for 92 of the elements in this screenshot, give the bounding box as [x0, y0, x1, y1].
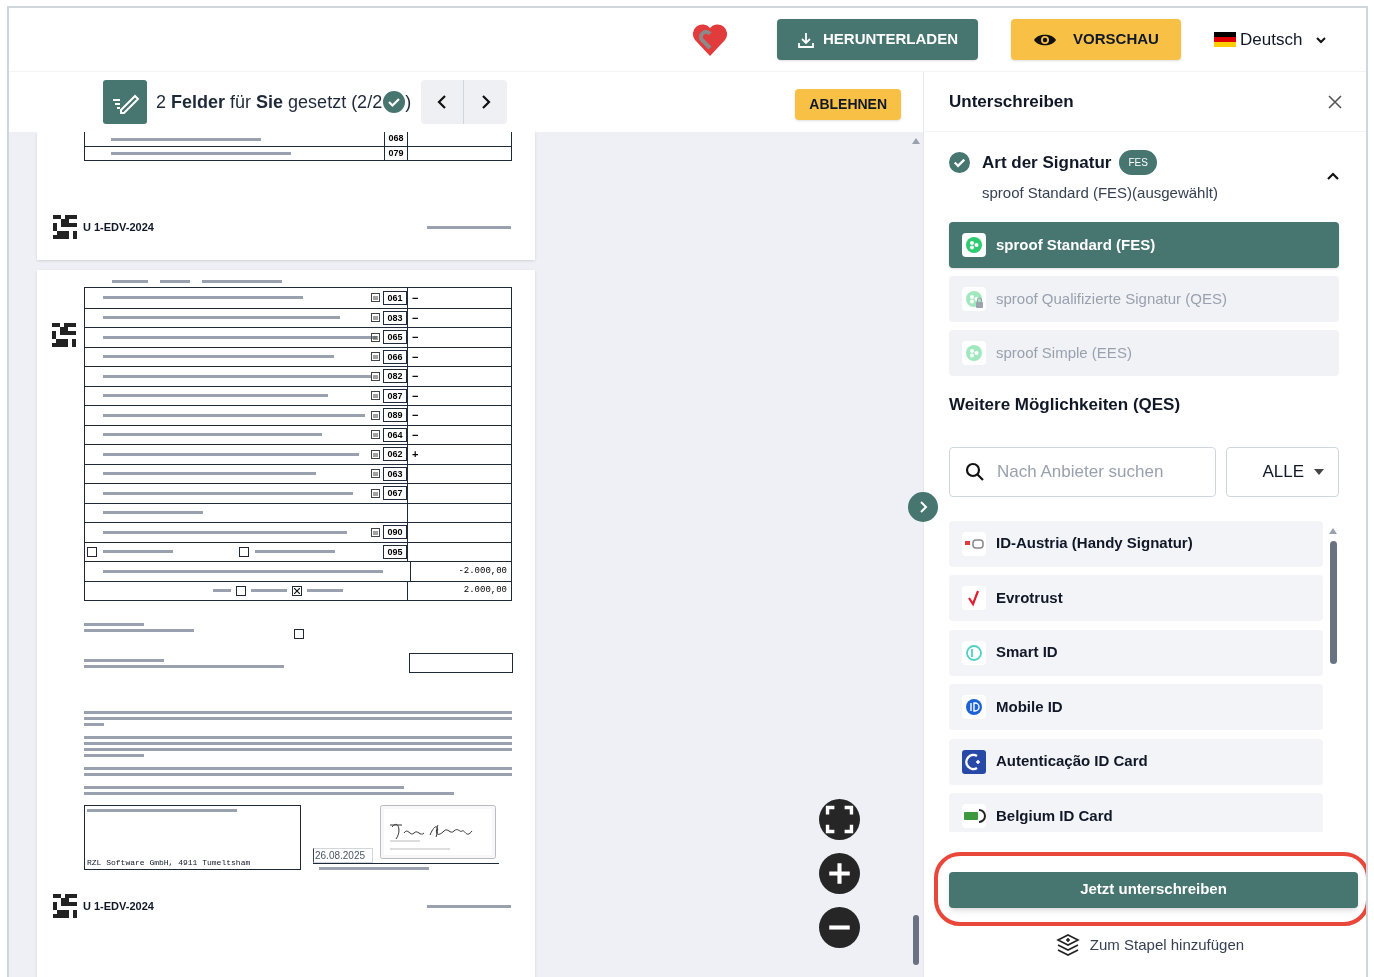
sproof-icon — [962, 341, 986, 365]
circle-logo-icon — [962, 640, 986, 665]
field-code: 065 — [383, 330, 407, 345]
form-field-icon — [371, 449, 380, 459]
add-to-batch-link[interactable]: Zum Stapel hinzufügen — [1055, 933, 1245, 956]
fullscreen-button[interactable] — [819, 799, 860, 840]
field-code: 068 — [384, 132, 408, 146]
fields-status: 2 Felder für Sie gesetzt (2/2 — [156, 90, 383, 114]
field-code: 063 — [383, 466, 407, 481]
form-field-icon — [371, 352, 380, 362]
form-code: U 1-EDV-2024 — [83, 219, 154, 235]
field-code: 089 — [383, 408, 407, 423]
zoom-out-button[interactable] — [819, 907, 860, 948]
form-field-icon — [371, 527, 380, 537]
field-code: 067 — [383, 486, 407, 501]
caret-icon — [1314, 468, 1324, 475]
collapse-panel-button[interactable] — [908, 492, 938, 522]
signature-level-badge: FES — [1119, 150, 1157, 176]
sproof-icon — [962, 233, 986, 257]
field-code: 087 — [383, 388, 407, 403]
fields-status-end: ) — [405, 90, 412, 114]
form-field-icon — [371, 469, 380, 479]
section-heading: Weitere Möglichkeiten (QES) — [949, 394, 1182, 416]
download-button[interactable]: HERUNTERLADEN — [777, 19, 978, 60]
field-code: 082 — [383, 369, 407, 384]
layers-icon — [1055, 933, 1080, 956]
signature-pen-icon — [103, 80, 147, 124]
field-code: 062 — [383, 447, 407, 462]
form-field-icon — [371, 410, 380, 420]
signature-option[interactable]: sproof Standard (FES) — [949, 222, 1339, 268]
form-code: U 1-EDV-2024 — [83, 898, 154, 914]
field-code: 079 — [384, 147, 408, 160]
form-field-icon — [371, 313, 380, 323]
id-logo-icon — [962, 695, 986, 719]
form-text-lines — [213, 589, 231, 593]
form-field-icon — [371, 391, 380, 401]
amount-value: 2.000,00 — [463, 584, 507, 597]
checkmark-logo-icon — [962, 586, 986, 610]
sign-mark: − — [412, 349, 419, 365]
form-text-lines — [307, 589, 343, 593]
sign-mark: − — [412, 408, 419, 423]
language-selector[interactable]: Deutsch — [1214, 26, 1329, 53]
sign-mark: − — [412, 310, 419, 326]
card-logo-icon — [962, 749, 986, 774]
sign-mark: − — [412, 290, 419, 306]
form-field-icon — [371, 488, 380, 498]
sign-now-button[interactable]: Jetzt unterschreiben — [949, 871, 1358, 908]
panel-title: Unterschreiben — [949, 90, 1074, 113]
search-icon — [965, 461, 985, 482]
section-title: Art der Signatur — [982, 152, 1112, 174]
form-text-lines — [251, 589, 287, 593]
filter-dropdown[interactable]: ALLE — [1226, 446, 1339, 497]
reject-button[interactable]: ABLEHNEN — [795, 89, 902, 120]
eid-card-icon — [962, 804, 986, 828]
provider-option[interactable]: Belgium ID Card — [949, 793, 1323, 832]
qr-code-icon — [53, 894, 77, 918]
form-field-icon — [371, 293, 380, 303]
provider-option[interactable]: Smart ID — [949, 629, 1323, 676]
form-text-lines — [160, 280, 190, 283]
german-flag-icon — [1214, 32, 1236, 47]
sign-mark: − — [412, 330, 419, 345]
download-icon — [797, 30, 815, 49]
id-card-icon — [962, 531, 986, 556]
form-field-icon — [371, 430, 380, 440]
zoom-in-button[interactable] — [819, 853, 860, 894]
qr-code-icon — [53, 215, 77, 239]
field-code: 083 — [383, 310, 407, 325]
date-field[interactable]: 26.08.2025 — [313, 848, 373, 863]
field-code: 061 — [383, 290, 407, 305]
provider-option[interactable]: Autenticação ID Card — [949, 738, 1323, 785]
provider-option[interactable]: Mobile ID — [949, 684, 1323, 730]
sign-mark: − — [412, 388, 419, 404]
sign-mark: − — [412, 427, 419, 443]
form-text-lines — [103, 550, 173, 554]
advisor-text: RZL Software GmbH, 4911 Tumeltsham — [87, 857, 252, 869]
sign-mark: − — [412, 369, 419, 384]
form-text-lines — [112, 280, 148, 283]
form-field-icon — [371, 371, 380, 381]
provider-option[interactable]: Evrotrust — [949, 575, 1323, 621]
field-code: 064 — [383, 427, 407, 442]
field-code: 066 — [383, 349, 407, 364]
sign-mark: + — [412, 447, 419, 462]
search-field[interactable]: Nach Anbieter suchen — [949, 446, 1216, 497]
amount-value: -2.000,00 — [458, 564, 507, 578]
field-code: 090 — [383, 525, 407, 540]
preview-button[interactable]: VORSCHAU — [1011, 19, 1181, 60]
field-code: 095 — [383, 544, 407, 559]
selected-signature-summary: sproof Standard (FES)(ausgewählt) — [982, 182, 1219, 203]
form-field-icon — [371, 332, 380, 342]
close-icon[interactable] — [1327, 93, 1343, 110]
locked-sproof-icon — [962, 287, 986, 311]
provider-option[interactable]: ID-Austria (Handy Signatur) — [949, 520, 1323, 567]
